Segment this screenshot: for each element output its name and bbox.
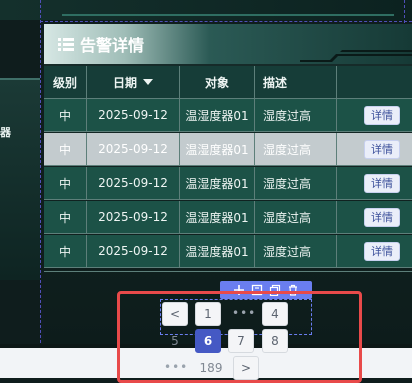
- left-panel: [0, 78, 40, 280]
- detail-button[interactable]: 详情: [364, 173, 400, 193]
- guide-line-top: [40, 21, 412, 22]
- cell-action: 详情: [337, 99, 412, 131]
- top-bar-underline: [62, 14, 394, 16]
- panel-title-text: 告警详情: [80, 36, 145, 55]
- cell-description: 湿度过高: [255, 201, 337, 233]
- highlight-frame: [117, 291, 362, 383]
- header-level: 级别: [44, 66, 87, 98]
- table-row[interactable]: 中 2025-09-12 温湿度器01 湿度过高 详情: [44, 99, 412, 132]
- header-date[interactable]: 日期: [87, 66, 180, 98]
- header-object: 对象: [180, 66, 255, 98]
- cell-object: 温湿度器01: [180, 167, 255, 199]
- cell-date: 2025-09-12: [87, 167, 180, 199]
- cell-description: 湿度过高: [255, 133, 337, 165]
- header-stripe-decoration: [300, 50, 412, 62]
- cell-object: 温湿度器01: [180, 201, 255, 233]
- cell-date: 2025-09-12: [87, 235, 180, 267]
- sort-down-icon[interactable]: [143, 79, 153, 85]
- cell-object: 温湿度器01: [180, 235, 255, 267]
- table-header-row: 级别 日期 对象 描述: [44, 66, 412, 99]
- cell-action: 详情: [337, 167, 412, 199]
- cell-level: 中: [44, 99, 87, 131]
- header-date-label: 日期: [112, 75, 137, 90]
- detail-button[interactable]: 详情: [364, 105, 400, 125]
- cell-description: 湿度过高: [255, 99, 337, 131]
- cell-action: 详情: [337, 201, 412, 233]
- table-row[interactable]: 中 2025-09-12 温湿度器01 湿度过高 详情: [44, 167, 412, 200]
- header-action: [337, 66, 412, 98]
- cell-level: 中: [44, 133, 87, 165]
- top-bar: [0, 0, 412, 20]
- cell-object: 温湿度器01: [180, 99, 255, 131]
- guide-line-left: [40, 0, 41, 348]
- cell-action: 详情: [337, 133, 412, 165]
- cell-date: 2025-09-12: [87, 99, 180, 131]
- detail-button[interactable]: 详情: [364, 241, 400, 261]
- list-icon: [58, 37, 74, 51]
- detail-button[interactable]: 详情: [364, 139, 400, 159]
- cell-date: 2025-09-12: [87, 133, 180, 165]
- header-description: 描述: [255, 66, 337, 98]
- cell-description: 湿度过高: [255, 167, 337, 199]
- table-bottom-border: [44, 271, 412, 272]
- table-row[interactable]: 中 2025-09-12 温湿度器01 湿度过高 详情: [44, 133, 412, 166]
- panel-title: 告警详情: [58, 32, 144, 56]
- cell-description: 湿度过高: [255, 235, 337, 267]
- detail-button[interactable]: 详情: [364, 207, 400, 227]
- cell-level: 中: [44, 167, 87, 199]
- cell-level: 中: [44, 235, 87, 267]
- cell-object: 温湿度器01: [180, 133, 255, 165]
- table-row[interactable]: 中 2025-09-12 温湿度器01 湿度过高 详情: [44, 235, 412, 268]
- cell-date: 2025-09-12: [87, 201, 180, 233]
- table-row[interactable]: 中 2025-09-12 温湿度器01 湿度过高 详情: [44, 201, 412, 234]
- cell-level: 中: [44, 201, 87, 233]
- cell-action: 详情: [337, 235, 412, 267]
- left-panel-label: 器: [0, 126, 11, 139]
